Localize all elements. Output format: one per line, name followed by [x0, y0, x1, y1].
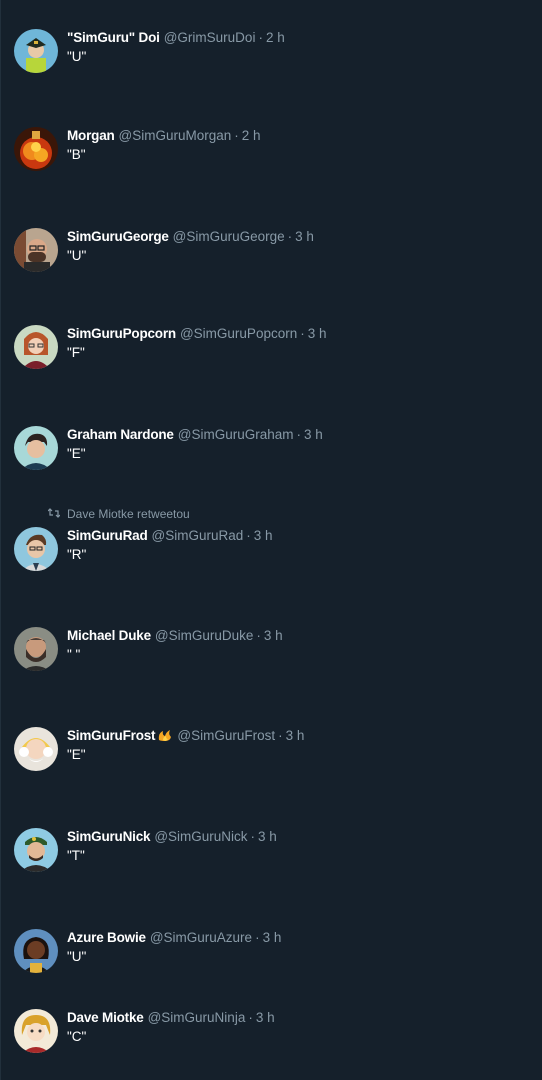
tweet-time[interactable]: 3 h: [263, 930, 282, 945]
tweet-time[interactable]: 3 h: [308, 326, 327, 341]
author-handle[interactable]: @SimGuruNinja: [148, 1010, 246, 1025]
tweet-item[interactable]: "SimGuru" Doi @GrimSuruDoi · 2 h "U": [0, 2, 542, 103]
author-name[interactable]: Morgan: [67, 128, 115, 143]
separator-dot: ·: [255, 930, 260, 945]
tweet-header: SimGuruFrost @SimGuruFrost · 3 h: [67, 727, 304, 745]
author-name[interactable]: SimGuruNick: [67, 829, 151, 844]
tweet-item[interactable]: Dave Miotke @SimGuruNinja · 3 h "C": [0, 982, 542, 1080]
separator-dot: ·: [278, 728, 283, 743]
tweet-header: Dave Miotke @SimGuruNinja · 3 h: [67, 1009, 275, 1027]
tweet-text: "U": [67, 49, 87, 64]
author-handle[interactable]: @GrimSuruDoi: [164, 30, 256, 45]
author-name[interactable]: Graham Nardone: [67, 427, 174, 442]
author-handle[interactable]: @SimGuruMorgan: [119, 128, 232, 143]
tweet-text: "E": [67, 747, 86, 762]
separator-dot: ·: [287, 229, 293, 244]
tweet-header: SimGuruNick @SimGuruNick · 3 h: [67, 828, 277, 846]
retweet-label[interactable]: Dave Miotke retweetou: [67, 507, 190, 521]
tweet-header: SimGuruGeorge @SimGuruGeorge · 3 h: [67, 228, 314, 246]
tweet-time[interactable]: 3 h: [254, 528, 273, 543]
tweet-text: "B": [67, 147, 86, 162]
tweet-text: "F": [67, 345, 85, 360]
separator-dot: ·: [296, 427, 301, 442]
retweet-indicator: Dave Miotke retweetou: [47, 507, 190, 522]
tweet-header: SimGuruPopcorn @SimGuruPopcorn · 3 h: [67, 325, 327, 343]
tweet-header: Michael Duke @SimGuruDuke · 3 h: [67, 627, 283, 645]
tweet-text: "U": [67, 248, 87, 263]
tweet-time[interactable]: 3 h: [258, 829, 277, 844]
duke-avatar[interactable]: [14, 627, 58, 671]
author-handle[interactable]: @SimGuruPopcorn: [180, 326, 297, 341]
author-handle[interactable]: @SimGuruGraham: [178, 427, 294, 442]
tweet-header: SimGuruRad @SimGuruRad · 3 h: [67, 527, 273, 545]
tweet-time[interactable]: 2 h: [242, 128, 261, 143]
tweet-item[interactable]: SimGuruFrost @SimGuruFrost · 3 h "E": [0, 700, 542, 801]
tweet-item[interactable]: Michael Duke @SimGuruDuke · 3 h " ": [0, 600, 542, 701]
george-avatar[interactable]: [14, 228, 58, 272]
tweet-item[interactable]: Dave Miotke retweetou SimGuruRad @SimGuru…: [0, 500, 542, 601]
tweet-text: "R": [67, 547, 87, 562]
simguru-doi-avatar[interactable]: [14, 29, 58, 73]
tweet-item[interactable]: Morgan @SimGuruMorgan · 2 h "B": [0, 100, 542, 201]
separator-dot: ·: [234, 128, 239, 143]
tweet-time[interactable]: 2 h: [266, 30, 285, 45]
author-handle[interactable]: @SimGuruDuke: [155, 628, 253, 643]
author-name[interactable]: SimGuruRad: [67, 528, 148, 543]
tweet-feed: "SimGuru" Doi @GrimSuruDoi · 2 h "U" Morgan…: [0, 0, 542, 1080]
author-handle[interactable]: @SimGuruAzure: [150, 930, 252, 945]
tweet-text: "C": [67, 1029, 87, 1044]
author-name[interactable]: SimGuruFrost: [67, 728, 156, 743]
azure-avatar[interactable]: [14, 929, 58, 973]
fire-avatar[interactable]: [14, 127, 58, 171]
separator-dot: ·: [248, 1010, 253, 1025]
flame-emoji-icon: [157, 728, 173, 742]
tweet-item[interactable]: SimGuruGeorge @SimGuruGeorge · 3 h "U": [0, 201, 542, 302]
tweet-text: " ": [67, 647, 81, 662]
frost-avatar[interactable]: [14, 727, 58, 771]
author-name[interactable]: SimGuruGeorge: [67, 229, 169, 244]
author-handle[interactable]: @SimGuruRad: [152, 528, 244, 543]
separator-dot: ·: [246, 528, 251, 543]
tweet-text: "T": [67, 848, 85, 863]
author-name[interactable]: SimGuruPopcorn: [67, 326, 176, 341]
graham-avatar[interactable]: [14, 426, 58, 470]
author-handle[interactable]: @SimGuruNick: [154, 829, 247, 844]
tweet-header: Morgan @SimGuruMorgan · 2 h: [67, 127, 261, 145]
ninja-avatar[interactable]: [14, 1009, 58, 1053]
tweet-text: "E": [67, 446, 86, 461]
tweet-time[interactable]: 3 h: [264, 628, 283, 643]
tweet-item[interactable]: Graham Nardone @SimGuruGraham · 3 h "E": [0, 399, 542, 500]
separator-dot: ·: [300, 326, 305, 341]
tweet-header: "SimGuru" Doi @GrimSuruDoi · 2 h: [67, 29, 285, 47]
tweet-item[interactable]: SimGuruNick @SimGuruNick · 3 h "T": [0, 801, 542, 902]
popcorn-avatar[interactable]: [14, 325, 58, 369]
author-name[interactable]: Dave Miotke: [67, 1010, 144, 1025]
tweet-item[interactable]: SimGuruPopcorn @SimGuruPopcorn · 3 h "F": [0, 298, 542, 399]
retweet-icon: [47, 507, 60, 522]
author-handle[interactable]: @SimGuruGeorge: [173, 229, 285, 244]
author-name[interactable]: "SimGuru" Doi: [67, 30, 160, 45]
separator-dot: ·: [256, 628, 261, 643]
tweet-text: "U": [67, 949, 87, 964]
author-name[interactable]: Azure Bowie: [67, 930, 146, 945]
tweet-time[interactable]: 3 h: [304, 427, 323, 442]
separator-dot: ·: [258, 30, 263, 45]
tweet-time[interactable]: 3 h: [256, 1010, 275, 1025]
tweet-header: Graham Nardone @SimGuruGraham · 3 h: [67, 426, 323, 444]
author-handle[interactable]: @SimGuruFrost: [177, 728, 275, 743]
author-name[interactable]: Michael Duke: [67, 628, 151, 643]
rad-avatar[interactable]: [14, 527, 58, 571]
nick-avatar[interactable]: [14, 828, 58, 872]
tweet-time[interactable]: 3 h: [286, 728, 305, 743]
separator-dot: ·: [250, 829, 256, 844]
tweet-header: Azure Bowie @SimGuruAzure · 3 h: [67, 929, 281, 947]
tweet-time[interactable]: 3 h: [295, 229, 314, 244]
